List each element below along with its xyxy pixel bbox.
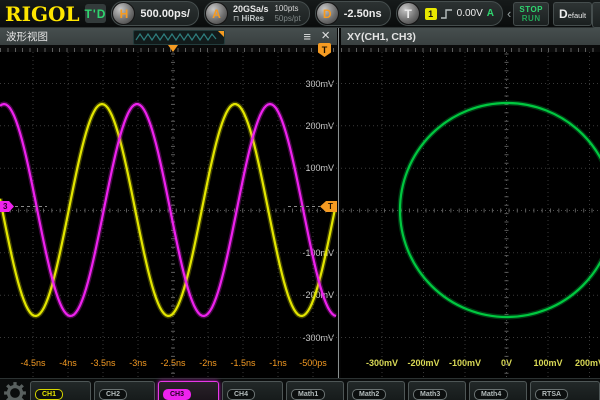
delay-knob[interactable]: D (316, 2, 339, 25)
memory-depth: 100pts (274, 4, 300, 14)
menu-icon[interactable]: ≡ (303, 30, 311, 43)
settings-gear-icon[interactable] (3, 381, 27, 400)
collapse-chevron-icon[interactable]: ‹ (507, 6, 511, 21)
math3-cell[interactable]: Math3 500.00mV/ (408, 381, 466, 400)
channel-cell-ch3[interactable]: CH3 100.00mV/ = Ω (158, 381, 219, 400)
ch3-tab: CH3 (163, 389, 191, 400)
math4-tab: Math4 (474, 389, 508, 400)
oscilloscope-screen: RIGOL T'D H 500.00ps/ A 20GSa/s ⊓ HiRes … (0, 0, 600, 400)
run-label: RUN (522, 14, 541, 23)
horizontal-knob[interactable]: H (112, 2, 135, 25)
math2-tab: Math2 (352, 389, 386, 400)
channel-cell-ch2[interactable]: CH2 200.00mV/ = Ω (94, 381, 155, 400)
waveform-preview-strip[interactable] (133, 30, 225, 45)
sample-resolution: 50ps/pt (274, 14, 300, 24)
trigger-level-dashes (288, 206, 320, 207)
acquire-knob[interactable]: A (205, 2, 228, 25)
delay-value: -2.50ns (344, 8, 382, 20)
math1-cell[interactable]: Math1 500.00mV/ (286, 381, 344, 400)
ch1-tab: CH1 (35, 389, 63, 400)
trigger-group[interactable]: T 1 0.00V A (396, 1, 503, 26)
waveform-view-title: 波形视图 (6, 29, 48, 44)
waveform-plot (0, 52, 337, 378)
channel-status-bar: CH1 100.00mV/ = Ω CH2 200.00mV/ = Ω CH3 … (0, 378, 600, 400)
trigger-status-badge: T'D (85, 4, 107, 23)
default-label: Default (559, 5, 586, 23)
math3-tab: Math3 (413, 389, 447, 400)
rtsa-cell[interactable]: RTSA C: 2.5GHz (530, 381, 600, 400)
rising-edge-icon (440, 7, 453, 20)
math1-tab: Math1 (291, 389, 325, 400)
ch4-tab: CH4 (227, 389, 255, 400)
partial-button[interactable] (592, 2, 600, 28)
horizontal-scale-value: 500.00ps/ (140, 8, 190, 20)
xy-grid-area[interactable]: -300mV-200mV-100mV0V100mV200mV (341, 52, 600, 378)
waveform-view-titlebar: 波形视图 ≡ × (0, 28, 337, 45)
preview-zigzag-icon (134, 31, 222, 43)
trigger-level-value: 0.00V (457, 8, 483, 19)
sample-rate: 20GSa/s (233, 4, 269, 14)
channel-cell-ch4[interactable]: CH4 100.00mV/ = Ω (222, 381, 283, 400)
acquisition-group[interactable]: A 20GSa/s ⊓ HiRes 100pts 50ps/pt (204, 1, 310, 26)
right-tick-ruler (341, 45, 600, 52)
xy-plot (341, 52, 600, 378)
trigger-source-badge: 1 (425, 8, 437, 20)
trigger-position-marker[interactable] (168, 45, 178, 52)
delay-group[interactable]: D -2.50ns (315, 1, 391, 26)
math4-cell[interactable]: Math4 500.00mV/ (469, 381, 527, 400)
stop-label: STOP (519, 5, 543, 14)
stop-run-button[interactable]: STOP RUN (513, 2, 549, 26)
top-toolbar: RIGOL T'D H 500.00ps/ A 20GSa/s ⊓ HiRes … (0, 0, 600, 28)
rtsa-tab: RTSA (535, 389, 568, 400)
default-button[interactable]: Default (553, 2, 592, 26)
channel-cell-ch1[interactable]: CH1 100.00mV/ = Ω (30, 381, 91, 400)
xy-view-titlebar: XY(CH1, CH3) (341, 28, 600, 45)
square-wave-icon: ⊓ (233, 14, 239, 23)
trigger-sweep-mode: A (487, 8, 494, 19)
rigol-logo: RIGOL (5, 2, 80, 26)
math2-cell[interactable]: Math2 17.32dB/ (347, 381, 405, 400)
ch3-level-dashes (15, 206, 47, 207)
waveform-grid-area[interactable]: 300mV200mV100mV-100mV-200mV-300mV -4.5ns… (0, 52, 337, 378)
xy-view-title: XY(CH1, CH3) (347, 31, 416, 43)
trigger-knob[interactable]: T (397, 2, 420, 25)
preview-position-marker (218, 31, 224, 37)
acquire-mode: ⊓ HiRes (233, 14, 269, 24)
close-icon[interactable]: × (321, 28, 330, 44)
horizontal-scale-group[interactable]: H 500.00ps/ (111, 1, 199, 26)
ch2-tab: CH2 (99, 389, 127, 400)
